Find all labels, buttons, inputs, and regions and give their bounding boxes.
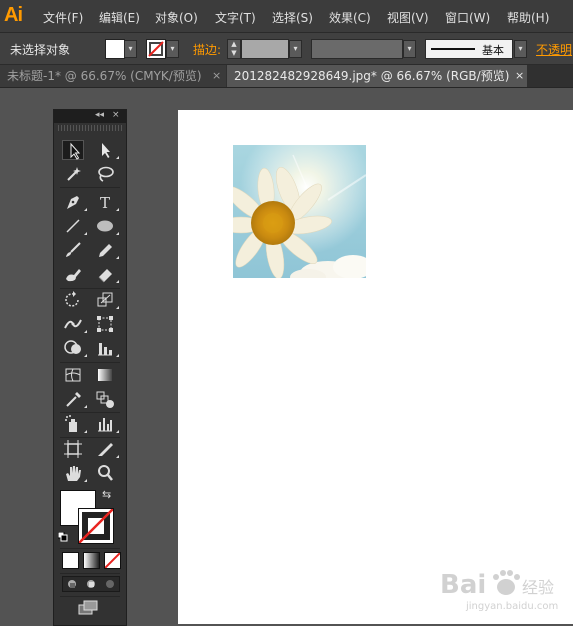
type-tool-icon[interactable]: T <box>94 192 119 212</box>
svg-text:Bai: Bai <box>440 570 486 600</box>
variable-width-profile[interactable] <box>311 39 403 59</box>
paintbrush-tool-icon[interactable] <box>62 240 84 260</box>
divider <box>60 548 120 549</box>
brush-stroke-preview <box>431 48 475 50</box>
stroke-swatch[interactable] <box>146 39 166 59</box>
opacity-label[interactable]: 不透明 <box>536 41 572 58</box>
none-stroke-icon <box>79 509 113 543</box>
stroke-color-box[interactable] <box>78 508 114 544</box>
stroke-weight-dropdown[interactable]: ▾ <box>289 40 302 58</box>
divider <box>60 187 120 188</box>
draw-mode-icons[interactable] <box>63 577 119 591</box>
close-panel-icon[interactable]: × <box>112 110 120 120</box>
color-mode-button[interactable] <box>62 552 79 569</box>
slice-tool-icon[interactable] <box>94 439 119 459</box>
lasso-tool-icon[interactable] <box>94 164 116 184</box>
app-logo: Ai <box>4 4 23 26</box>
document-tab-bar: 未标题-1* @ 66.67% (CMYK/预览) × 201282482928… <box>0 65 573 88</box>
menu-help[interactable]: 帮助(H) <box>507 9 549 26</box>
hand-tool-icon[interactable] <box>62 463 87 483</box>
tab-label: 201282482928649.jpg* @ 66.67% (RGB/预览) <box>234 69 510 83</box>
pen-tool-icon[interactable] <box>62 192 87 212</box>
direct-selection-tool-icon[interactable] <box>94 140 119 160</box>
divider <box>60 596 120 597</box>
eyedropper-tool-icon[interactable] <box>62 389 87 409</box>
column-graph-tool-icon[interactable] <box>94 338 119 358</box>
menu-object[interactable]: 对象(O) <box>155 9 198 26</box>
brush-dropdown[interactable]: ▾ <box>514 40 527 58</box>
svg-text:经验: 经验 <box>522 578 554 597</box>
eraser-tool-icon[interactable] <box>94 264 119 284</box>
tab-close-icon[interactable]: × <box>212 65 221 87</box>
tab-untitled-1[interactable]: 未标题-1* @ 66.67% (CMYK/预览) × <box>0 65 226 87</box>
menu-file[interactable]: 文件(F) <box>43 9 83 26</box>
free-transform-tool-icon[interactable] <box>94 314 116 334</box>
brush-definition-field[interactable]: 基本 <box>425 39 513 59</box>
rotate-tool-icon[interactable] <box>62 290 84 310</box>
menu-select[interactable]: 选择(S) <box>272 9 313 26</box>
magic-wand-tool-icon[interactable] <box>62 164 84 184</box>
blob-brush-tool-icon[interactable] <box>62 264 84 284</box>
menu-effect[interactable]: 效果(C) <box>329 9 371 26</box>
divider <box>60 412 120 413</box>
blend-tool-icon[interactable] <box>94 389 116 409</box>
control-bar: 未选择对象 ▾ ▾ 描边: ▲ ▼ ▾ ▾ 基本 ▾ 不透明 <box>0 33 573 65</box>
menu-edit[interactable]: 编辑(E) <box>99 9 140 26</box>
brush-label: 基本 <box>482 44 504 57</box>
mesh-tool-icon[interactable] <box>62 365 84 385</box>
none-mode-button[interactable] <box>104 552 121 569</box>
divider <box>60 362 120 363</box>
daisy-photo <box>233 145 366 278</box>
menu-view[interactable]: 视图(V) <box>387 9 429 26</box>
stroke-weight-field[interactable] <box>241 39 289 59</box>
menu-type[interactable]: 文字(T) <box>215 9 256 26</box>
selection-status: 未选择对象 <box>10 43 71 57</box>
ellipse-tool-icon[interactable] <box>94 216 119 236</box>
gradient-tool-icon[interactable] <box>94 365 116 385</box>
panel-grip[interactable] <box>58 125 122 131</box>
tab-label: 未标题-1* @ 66.67% (CMYK/预览) <box>7 69 202 83</box>
width-tool-icon[interactable] <box>62 314 87 334</box>
shape-builder-tool-icon[interactable] <box>62 338 87 358</box>
svg-text:T: T <box>100 194 110 212</box>
screen-mode-icon[interactable] <box>78 600 100 616</box>
tools-panel-header[interactable]: ◂◂ × <box>54 110 126 123</box>
tab-photo-jpg[interactable]: 201282482928649.jpg* @ 66.67% (RGB/预览) × <box>227 65 527 87</box>
scale-tool-icon[interactable] <box>94 290 119 310</box>
none-stroke-icon <box>148 41 164 57</box>
fill-swatch[interactable] <box>105 39 125 59</box>
stroke-dropdown-button[interactable]: ▾ <box>166 40 179 58</box>
menu-window[interactable]: 窗口(W) <box>445 9 490 26</box>
artboard-tool-icon[interactable] <box>62 439 84 459</box>
selection-tool-icon[interactable] <box>62 140 84 160</box>
symbol-sprayer-tool-icon[interactable] <box>62 414 87 434</box>
pencil-tool-icon[interactable] <box>94 240 119 260</box>
swap-fill-stroke-icon[interactable]: ⇆ <box>102 488 111 501</box>
zoom-tool-icon[interactable] <box>94 463 116 483</box>
divider <box>60 288 120 289</box>
collapse-panel-icon[interactable]: ◂◂ <box>95 110 104 120</box>
baidu-jingyan-watermark: Bai 经验 jingyan.baidu.com <box>440 557 570 615</box>
default-fill-stroke-icon[interactable] <box>57 531 68 542</box>
divider <box>60 437 120 438</box>
fill-dropdown-button[interactable]: ▾ <box>124 40 137 58</box>
stroke-weight-stepper[interactable]: ▲ ▼ <box>227 39 241 59</box>
variable-width-dropdown[interactable]: ▾ <box>403 40 416 58</box>
tools-panel: ◂◂ × T ⇆ <box>53 109 127 626</box>
stroke-label[interactable]: 描边: <box>193 41 221 58</box>
tab-close-icon[interactable]: × <box>515 65 524 87</box>
baidu-paw-logo: Bai 经验 jingyan.baidu.com <box>440 570 558 612</box>
placed-image-daisy[interactable] <box>233 145 366 278</box>
draw-mode-group <box>62 576 120 592</box>
graph-tool-icon[interactable] <box>94 414 119 434</box>
line-segment-tool-icon[interactable] <box>62 216 87 236</box>
svg-text:jingyan.baidu.com: jingyan.baidu.com <box>465 601 558 612</box>
menu-bar: Ai 文件(F) 编辑(E) 对象(O) 文字(T) 选择(S) 效果(C) 视… <box>0 0 573 33</box>
divider <box>60 573 120 574</box>
gradient-mode-button[interactable] <box>83 552 100 569</box>
